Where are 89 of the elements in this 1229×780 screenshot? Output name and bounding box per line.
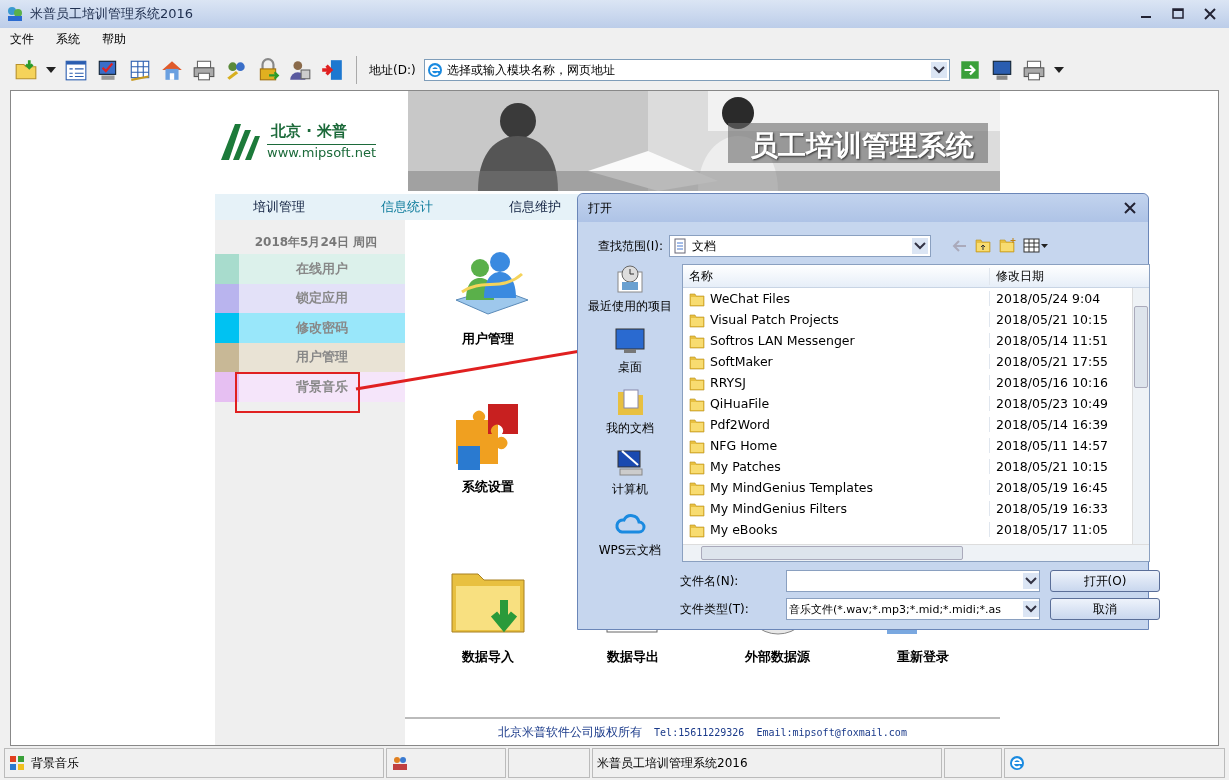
exit-door-icon[interactable] <box>320 58 344 82</box>
printer-icon[interactable] <box>1021 58 1046 82</box>
folder-icon <box>689 500 705 517</box>
file-name[interactable]: My Patches <box>710 459 781 474</box>
file-name[interactable]: RRYSJ <box>710 375 746 390</box>
logo-url: www.mipsoft.net <box>267 145 376 160</box>
file-name[interactable]: SoftMaker <box>710 354 773 369</box>
table-icon[interactable] <box>128 58 152 82</box>
folder-icon <box>689 395 705 412</box>
folder-icon <box>689 353 705 370</box>
file-name[interactable]: Pdf2Word <box>710 417 770 432</box>
date-label: 2018年5月24日 周四 <box>253 234 379 251</box>
open-button[interactable]: 打开(O) <box>1050 570 1160 592</box>
file-name[interactable]: Softros LAN Messenger <box>710 333 855 348</box>
browser-icon <box>1009 755 1025 771</box>
dropdown-icon[interactable] <box>930 62 947 78</box>
users-icon <box>391 754 409 772</box>
file-type-label: 文件类型(T): <box>680 600 750 618</box>
place-label[interactable]: 我的文档 <box>606 420 654 437</box>
folder-icon <box>689 416 705 433</box>
nav-tab[interactable]: 培训管理 <box>215 198 343 216</box>
recent-items-icon[interactable] <box>614 264 646 296</box>
menu-item[interactable]: 帮助 <box>102 30 126 48</box>
tile-label[interactable]: 系统设置 <box>461 478 514 496</box>
file-name[interactable]: My eBooks <box>710 522 778 537</box>
column-header[interactable]: 修改日期 <box>989 267 1132 285</box>
column-header[interactable]: 名称 <box>683 267 989 285</box>
vertical-scrollbar[interactable] <box>1132 288 1149 544</box>
caret-icon[interactable] <box>46 66 56 74</box>
folder-icon <box>689 437 705 454</box>
dialog-title: 打开 <box>588 199 612 217</box>
dropdown-icon[interactable] <box>911 238 928 254</box>
logo-name: 北京 · 米普 <box>267 122 376 145</box>
status-app-name: 米普员工培训管理系统2016 <box>597 754 748 772</box>
file-name-label: 文件名(N): <box>680 572 740 590</box>
folder-icon <box>689 374 705 391</box>
dropdown-icon[interactable] <box>1023 573 1039 589</box>
banner-title: 员工培训管理系统 <box>750 128 974 164</box>
menu-item[interactable]: 系统 <box>56 30 80 48</box>
nav-tab[interactable]: 信息统计 <box>343 198 471 216</box>
tile-label[interactable]: 用户管理 <box>461 330 514 348</box>
folder-icon <box>689 479 705 496</box>
status-cell <box>944 748 1002 778</box>
tile-label[interactable]: 数据导入 <box>461 648 514 666</box>
address-combobox[interactable]: 选择或输入模块名称，网页地址 <box>423 59 950 81</box>
tile-label[interactable]: 重新登录 <box>896 648 949 666</box>
computer-icon[interactable] <box>614 447 646 479</box>
cancel-button[interactable]: 取消 <box>1050 598 1160 620</box>
place-label[interactable]: WPS云文档 <box>598 542 662 559</box>
look-in-label: 查找范围(I): <box>598 237 663 255</box>
browser-icon <box>426 62 443 78</box>
place-label[interactable]: 桌面 <box>618 359 642 376</box>
file-name[interactable]: Visual Patch Projects <box>710 312 839 327</box>
phone-text: Tel:15611229326 <box>654 726 745 738</box>
printer-icon[interactable] <box>192 58 216 82</box>
address-label: 地址(D:) <box>369 61 416 79</box>
caret-icon[interactable] <box>1053 66 1064 74</box>
folder-icon <box>689 311 705 328</box>
horizontal-scrollbar[interactable] <box>683 544 1149 561</box>
windows-logo-icon <box>9 755 25 771</box>
close-icon[interactable] <box>1122 200 1138 216</box>
folder-icon <box>689 290 705 307</box>
folder-up-icon[interactable] <box>974 237 993 255</box>
folder-icon <box>689 332 705 349</box>
folder-arrow-icon[interactable] <box>14 58 38 82</box>
folder-icon <box>689 521 705 538</box>
document-icon <box>671 238 688 254</box>
status-message: 背景音乐 <box>31 754 79 772</box>
copyright-text: 北京米普软件公司版权所有 <box>498 723 643 741</box>
file-name[interactable]: NFG Home <box>710 438 778 453</box>
file-name[interactable]: My MindGenius Filters <box>710 501 847 516</box>
menu-item[interactable]: 文件 <box>10 30 34 48</box>
app-icon <box>6 5 24 23</box>
list-icon[interactable] <box>64 58 88 82</box>
tile-label[interactable]: 外部数据源 <box>745 648 810 666</box>
place-label[interactable]: 最近使用的项目 <box>588 298 672 315</box>
tile-label[interactable]: 数据导出 <box>606 648 659 666</box>
file-name[interactable]: QiHuaFile <box>710 396 770 411</box>
folder-icon <box>689 458 705 475</box>
view-menu-icon[interactable] <box>1022 237 1049 255</box>
look-in-combobox[interactable]: 文档 <box>668 235 931 257</box>
dropdown-icon[interactable] <box>1023 601 1039 617</box>
email-text: Email:mipsoft@foxmail.com <box>756 726 907 738</box>
file-type-combobox[interactable]: 音乐文件(*.wav;*.mp3;*.mid;*.midi;*.as <box>786 598 1040 620</box>
file-name[interactable]: WeChat Files <box>710 291 790 306</box>
file-name-field[interactable] <box>786 570 1040 592</box>
place-label[interactable]: 计算机 <box>612 481 648 498</box>
file-name[interactable]: My MindGenius Templates <box>710 480 873 495</box>
window-title: 米普员工培训管理系统2016 <box>30 5 194 23</box>
